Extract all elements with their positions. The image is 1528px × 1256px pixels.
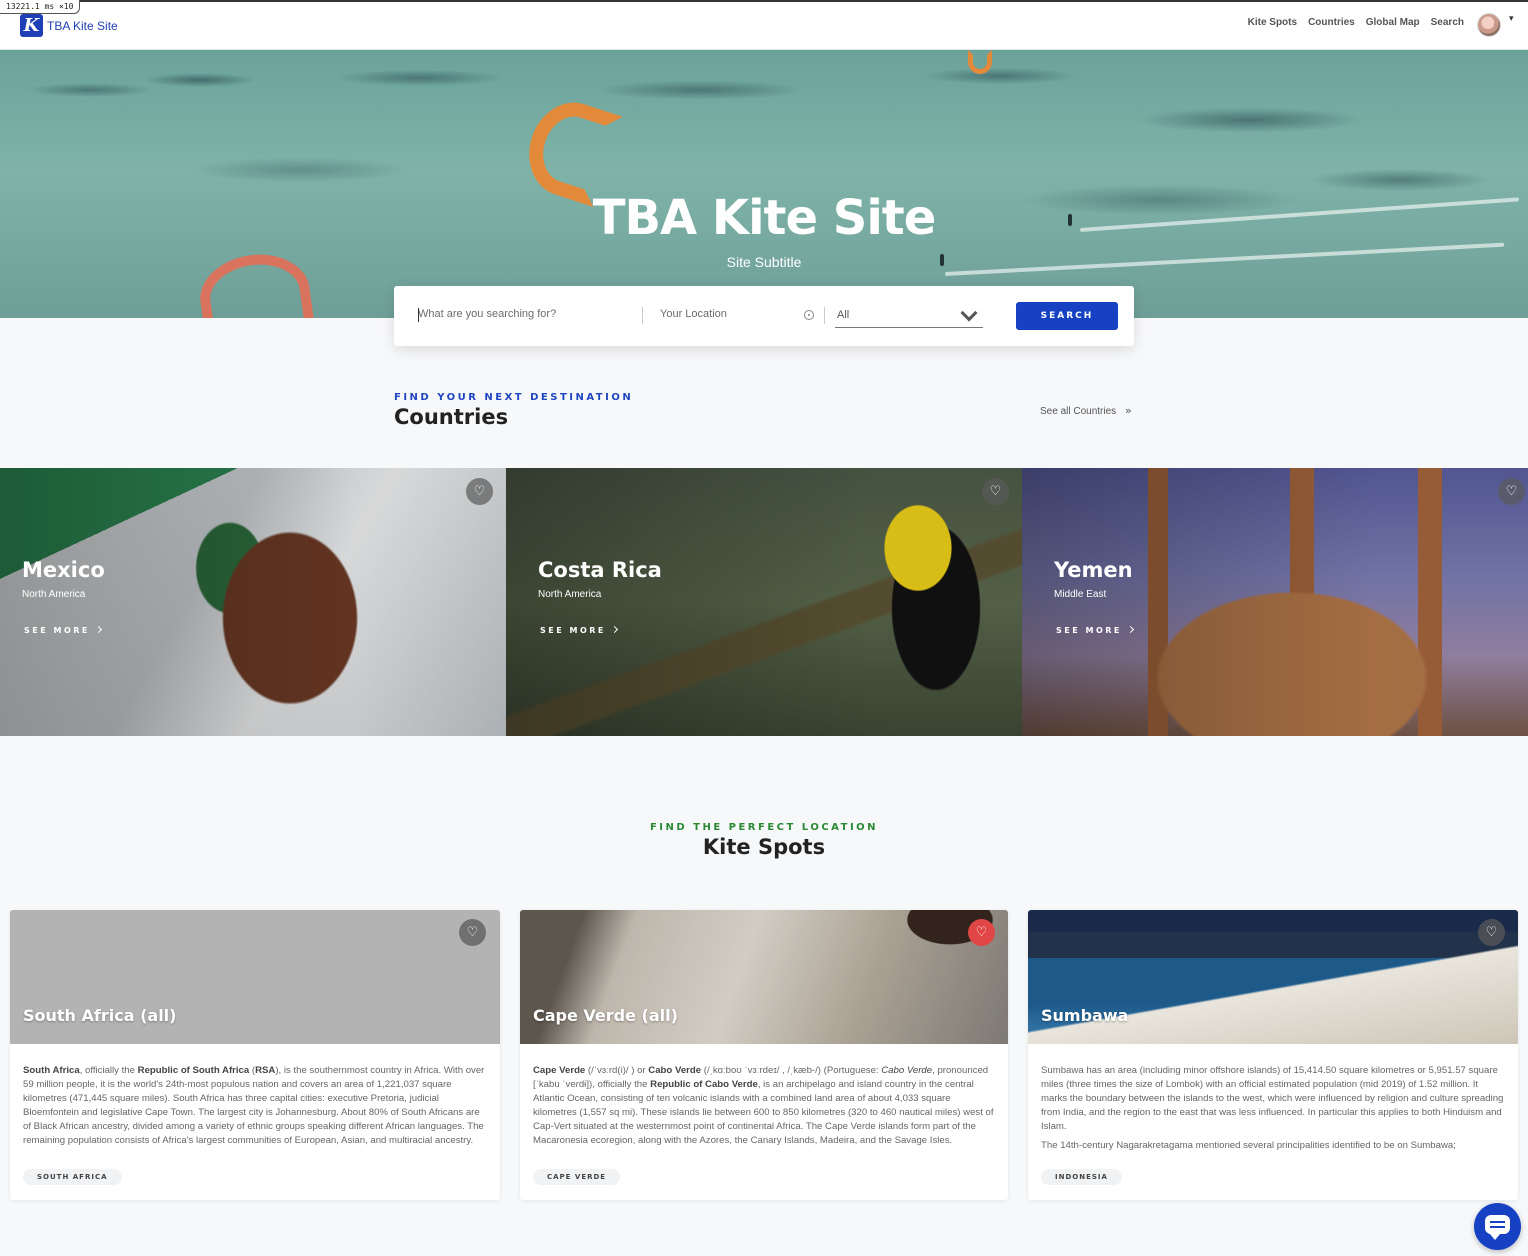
spot-name: South Africa (all)	[23, 1006, 177, 1025]
spot-card-sumbawa[interactable]: ♡ Sumbawa Sumbawa has an area (including…	[1028, 910, 1518, 1200]
hero-banner: TBA Kite Site Site Subtitle	[0, 50, 1528, 318]
spot-name: Cape Verde (all)	[533, 1006, 678, 1025]
heart-icon[interactable]: ♡	[466, 478, 493, 505]
nav-links: Kite Spots Countries Global Map Search	[1248, 17, 1464, 28]
user-avatar[interactable]	[1477, 13, 1501, 37]
logo-k-icon: K	[20, 14, 43, 37]
country-region: North America	[22, 589, 86, 600]
spot-description: South Africa, officially the Republic of…	[23, 1065, 485, 1146]
category-select-value: All	[837, 309, 850, 321]
see-all-countries-link[interactable]: See all Countries	[1040, 406, 1116, 417]
spot-name: Sumbawa	[1041, 1006, 1129, 1025]
site-logo[interactable]: K TBA Kite Site	[20, 14, 118, 37]
spot-card-cape-verde[interactable]: ♡ Cape Verde (all) Cape Verde (/ˈvɜːrd(i…	[520, 910, 1008, 1200]
country-region: Middle East	[1054, 589, 1107, 600]
country-name: Yemen	[1054, 558, 1133, 582]
search-query-input[interactable]	[418, 308, 628, 320]
country-region: North America	[538, 589, 602, 600]
heart-icon[interactable]: ♡	[1478, 919, 1505, 946]
heart-icon[interactable]: ♡	[459, 919, 486, 946]
hero-subtitle: Site Subtitle	[726, 254, 802, 270]
countries-title: Countries	[394, 405, 509, 429]
heart-icon[interactable]: ♡	[982, 478, 1009, 505]
country-tag[interactable]: INDONESIA	[1041, 1169, 1122, 1185]
kite-image	[968, 50, 992, 74]
countries-grid: ♡ Mexico North America SEE MORE ♡ Costa …	[0, 468, 1528, 736]
top-navbar: K TBA Kite Site Kite Spots Countries Glo…	[0, 0, 1528, 50]
chevron-down-icon	[960, 304, 978, 322]
image-overlay	[0, 468, 506, 736]
chevron-right-icon	[610, 625, 618, 634]
double-chevron-right-icon[interactable]: »	[1125, 404, 1132, 417]
country-name: Costa Rica	[538, 558, 662, 582]
country-tag[interactable]: SOUTH AFRICA	[23, 1169, 122, 1185]
image-overlay	[1022, 468, 1528, 736]
text-cursor	[418, 308, 419, 322]
country-card-costa-rica[interactable]: ♡ Costa Rica North America SEE MORE	[506, 468, 1022, 736]
country-card-yemen[interactable]: ♡ Yemen Middle East SEE MORE	[1022, 468, 1528, 736]
chat-button[interactable]	[1474, 1203, 1521, 1250]
divider	[824, 307, 825, 324]
chevron-right-icon	[1126, 625, 1134, 634]
country-card-mexico[interactable]: ♡ Mexico North America SEE MORE	[0, 468, 506, 736]
chat-bubble-icon	[1485, 1215, 1510, 1240]
search-button[interactable]: SEARCH	[1016, 302, 1118, 330]
divider	[642, 307, 643, 324]
see-more-link[interactable]: SEE MORE	[1056, 625, 1134, 635]
debug-timer-label: 13221.1 ms ×10	[0, 0, 81, 14]
kite-spots-eyebrow: FIND THE PERFECT LOCATION	[649, 822, 879, 833]
nav-top-border	[0, 0, 1528, 2]
chevron-down-icon[interactable]: ▾	[1509, 14, 1514, 24]
see-more-link[interactable]: SEE MORE	[540, 625, 618, 635]
see-more-label: SEE MORE	[24, 626, 90, 635]
spot-card-south-africa[interactable]: ♡ South Africa (all) South Africa, offic…	[10, 910, 500, 1200]
country-tag[interactable]: CAPE VERDE	[533, 1169, 621, 1185]
search-panel: All SEARCH	[394, 286, 1134, 346]
image-overlay	[506, 468, 1022, 736]
category-select[interactable]: All	[835, 304, 983, 328]
see-more-label: SEE MORE	[540, 626, 606, 635]
country-name: Mexico	[22, 558, 105, 582]
location-input[interactable]	[660, 308, 790, 320]
kite-spots-title: Kite Spots	[702, 835, 826, 859]
hero-title: TBA Kite Site	[592, 190, 937, 246]
nav-link-countries[interactable]: Countries	[1308, 17, 1355, 28]
countries-eyebrow: FIND YOUR NEXT DESTINATION	[394, 392, 634, 403]
nav-link-kite-spots[interactable]: Kite Spots	[1248, 17, 1297, 28]
locate-me-icon[interactable]	[804, 310, 814, 320]
spot-description: Sumbawa has an area (including minor off…	[1041, 1065, 1504, 1151]
heart-icon[interactable]: ♡	[1498, 478, 1525, 505]
chevron-right-icon	[94, 625, 102, 634]
logo-text: TBA Kite Site	[47, 18, 118, 33]
spot-description: Cape Verde (/ˈvɜːrd(i)/ ) or Cabo Verde …	[533, 1065, 994, 1146]
nav-link-global-map[interactable]: Global Map	[1366, 17, 1420, 28]
see-more-label: SEE MORE	[1056, 626, 1122, 635]
see-more-link[interactable]: SEE MORE	[24, 625, 102, 635]
heart-filled-icon[interactable]: ♡	[968, 919, 995, 946]
nav-link-search[interactable]: Search	[1431, 17, 1464, 28]
